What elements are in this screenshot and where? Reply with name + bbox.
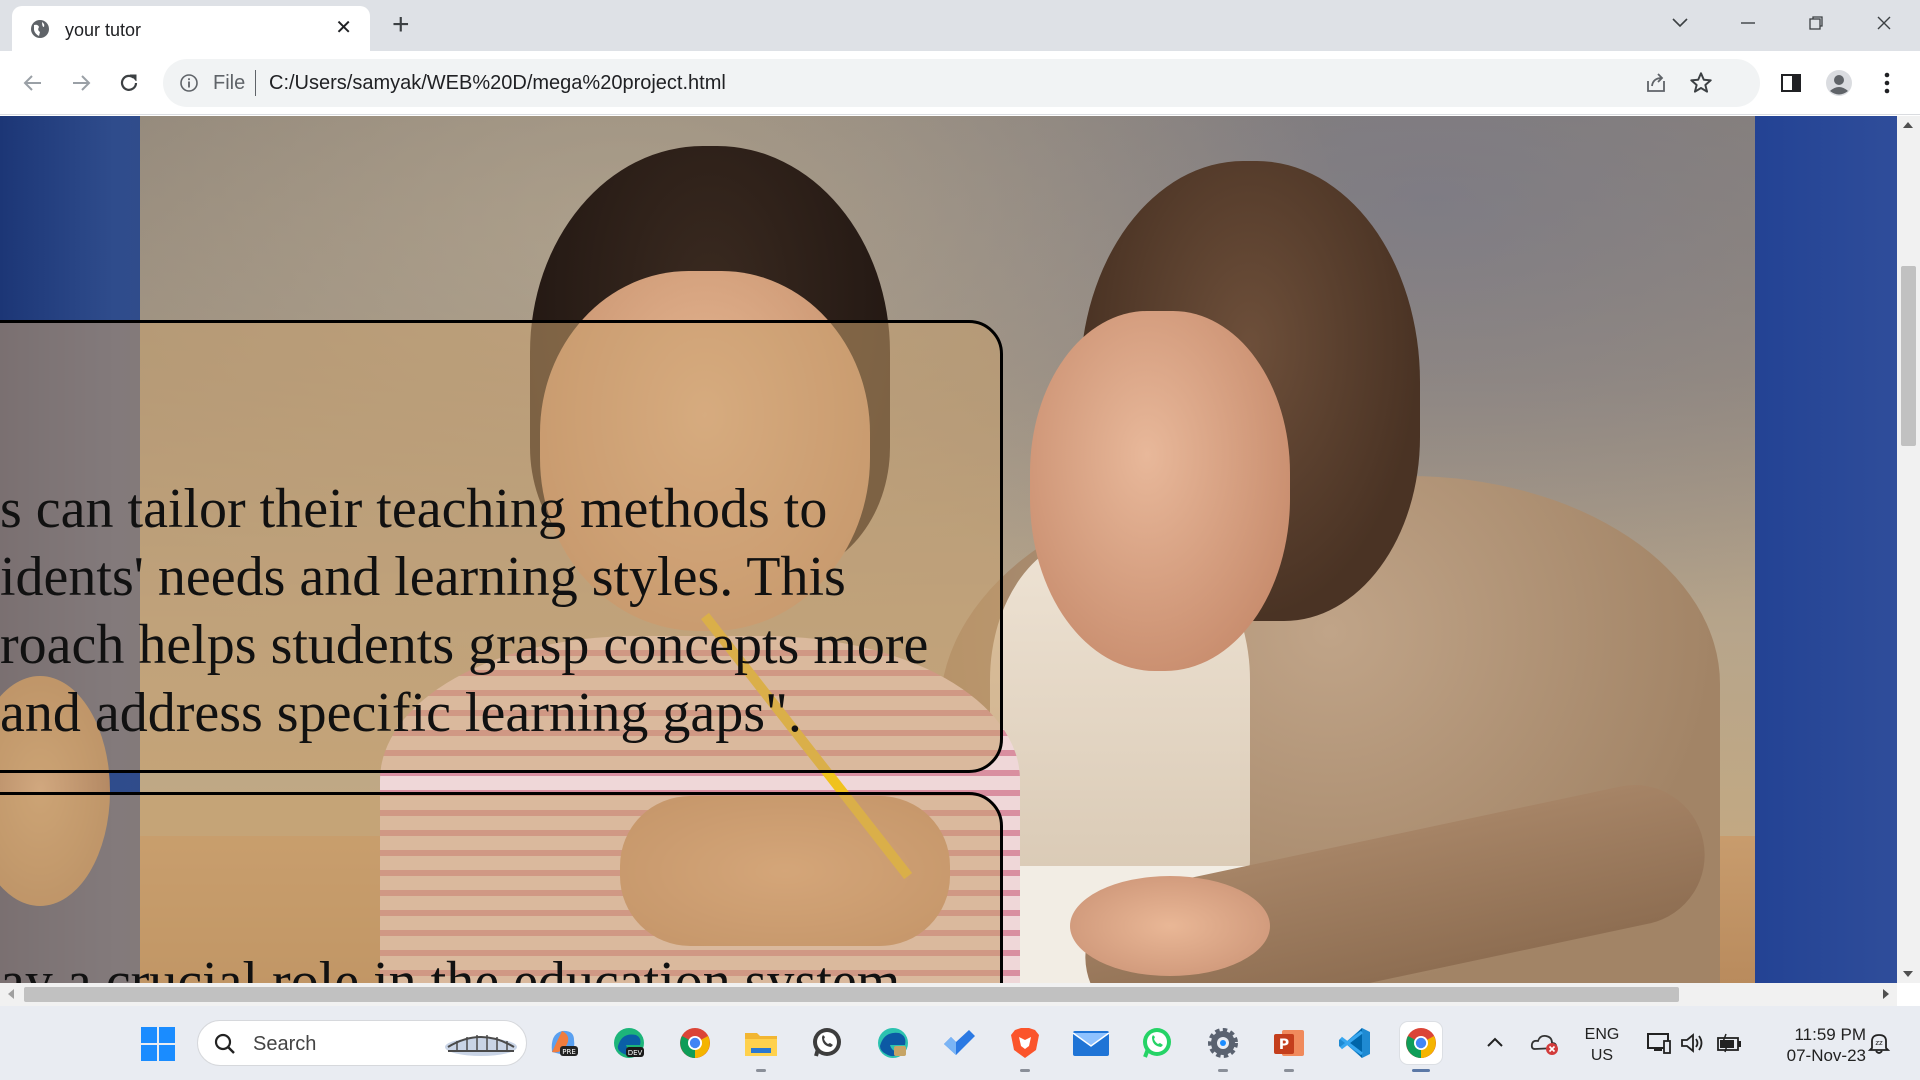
restore-button[interactable] [1796, 8, 1836, 38]
search-highlight-icon [445, 1035, 517, 1056]
menu-button[interactable] [1872, 68, 1902, 98]
folder-icon [745, 1033, 777, 1056]
page-viewport: s can tailor their teaching methods to i… [0, 116, 1897, 983]
vertical-scroll-thumb[interactable] [1901, 266, 1916, 446]
minimize-button[interactable] [1728, 8, 1768, 38]
card-text-line-3: roach helps students grasp concepts more [0, 614, 929, 676]
new-tab-button[interactable]: + [392, 10, 410, 40]
scroll-left-arrow-icon[interactable] [6, 988, 16, 1000]
copilot-preview-app[interactable]: PRE [542, 1022, 584, 1064]
back-button[interactable] [18, 68, 48, 98]
show-hidden-icons-chevron-icon[interactable] [1486, 1036, 1504, 1048]
card2-text-line: ay a crucial role in the education syste… [0, 951, 901, 983]
checkmark-icon [944, 1030, 975, 1055]
taskbar-search-box[interactable]: Search [197, 1020, 527, 1066]
url-text[interactable]: C:/Users/samyak/WEB%20D/mega%20project.h… [269, 72, 726, 95]
scroll-up-arrow-icon[interactable] [1902, 120, 1914, 130]
vertical-scrollbar[interactable] [1897, 116, 1920, 983]
globe-icon [31, 20, 49, 38]
edge-dev-app[interactable]: DEV [608, 1022, 650, 1064]
gear-icon [1208, 1028, 1238, 1058]
close-icon [1877, 16, 1891, 30]
card-text-line-2: idents' needs and learning styles. This [0, 546, 846, 608]
notifications-icon[interactable]: zz [1866, 1030, 1892, 1056]
tab-search-button[interactable] [1660, 8, 1700, 38]
clock-date: 07-Nov-23 [1786, 1046, 1866, 1065]
taskbar: Search PRE DEV P ENG US 11:59 PM 07-Nov-… [0, 1006, 1920, 1080]
bookmark-star-icon[interactable] [1688, 70, 1714, 96]
svg-text:P: P [1279, 1037, 1289, 1053]
scroll-right-arrow-icon[interactable] [1881, 988, 1891, 1000]
mail-icon [1072, 1031, 1110, 1056]
browser-tab[interactable]: your tutor ✕ [12, 6, 370, 51]
chrome-app-active[interactable] [1400, 1022, 1442, 1072]
horizontal-scroll-thumb[interactable] [24, 987, 1679, 1002]
file-explorer-app[interactable] [740, 1022, 782, 1072]
restore-icon [1809, 16, 1823, 30]
url-separator [255, 70, 256, 96]
tab-close-button[interactable]: ✕ [335, 18, 352, 38]
horizontal-scrollbar[interactable] [0, 983, 1897, 1006]
copilot-icon: PRE [551, 1030, 578, 1056]
vscode-app[interactable] [1334, 1022, 1376, 1064]
powerpoint-icon: P [1274, 1030, 1304, 1056]
arrow-left-icon [23, 75, 41, 91]
address-bar[interactable]: File C:/Users/samyak/WEB%20D/mega%20proj… [163, 59, 1760, 107]
powerpoint-app[interactable]: P [1268, 1022, 1310, 1072]
tab-title: your tutor [65, 20, 142, 40]
tab-strip: your tutor ✕ + [0, 0, 1920, 51]
whatsapp-app[interactable] [806, 1022, 848, 1064]
edge-icon [878, 1028, 908, 1058]
search-label: Search [253, 1033, 317, 1055]
share-icon[interactable] [1644, 71, 1668, 95]
side-panel-icon [1781, 74, 1801, 92]
scroll-down-arrow-icon[interactable] [1902, 969, 1914, 979]
edge-app[interactable] [872, 1022, 914, 1064]
brave-app[interactable] [1004, 1022, 1046, 1072]
svg-text:DEV: DEV [628, 1049, 643, 1057]
battery-icon[interactable] [1716, 1032, 1744, 1054]
card-text-line-4: and address specific learning gaps". [0, 682, 802, 744]
region-code: US [1590, 1047, 1614, 1064]
settings-app[interactable] [1202, 1022, 1244, 1072]
volume-icon[interactable] [1680, 1032, 1706, 1054]
todo-app[interactable] [938, 1022, 980, 1064]
edge-dev-icon: DEV [614, 1028, 644, 1058]
close-window-button[interactable] [1864, 8, 1904, 38]
chrome-app[interactable] [674, 1022, 716, 1064]
whatsapp-web-app[interactable] [1136, 1022, 1178, 1064]
whatsapp-icon [813, 1028, 841, 1057]
windows-start-icon[interactable] [140, 1026, 176, 1062]
search-icon [214, 1033, 235, 1054]
reload-button[interactable] [114, 68, 144, 98]
url-scheme-label: File [213, 72, 246, 94]
taskbar-clock[interactable]: 11:59 PM 07-Nov-23 [1762, 1024, 1866, 1066]
kebab-menu-icon [1884, 72, 1890, 94]
card-text-line-1: s can tailor their teaching methods to [0, 478, 828, 540]
svg-text:PRE: PRE [562, 1048, 576, 1056]
vscode-icon [1339, 1028, 1370, 1058]
profile-button[interactable] [1824, 68, 1854, 98]
browser-toolbar: File C:/Users/samyak/WEB%20D/mega%20proj… [0, 51, 1920, 115]
network-icon[interactable] [1646, 1031, 1672, 1055]
side-panel-button[interactable] [1776, 68, 1806, 98]
avatar-icon [1826, 70, 1852, 96]
chrome-icon [680, 1028, 710, 1058]
mail-app[interactable] [1070, 1022, 1112, 1064]
input-language-indicator[interactable]: ENG US [1580, 1024, 1624, 1066]
onedrive-error-icon[interactable] [1530, 1031, 1560, 1055]
minimize-icon [1741, 22, 1755, 24]
svg-text:zz: zz [1875, 1039, 1883, 1047]
language-code: ENG [1584, 1026, 1620, 1043]
whatsapp-green-icon [1143, 1028, 1171, 1058]
arrow-right-icon [73, 75, 91, 91]
clock-time: 11:59 PM [1794, 1025, 1866, 1044]
forward-button[interactable] [66, 68, 96, 98]
info-icon[interactable] [179, 73, 199, 93]
brave-lion-icon [1011, 1028, 1039, 1058]
chevron-down-icon [1672, 18, 1688, 28]
reload-icon [120, 74, 138, 91]
chrome-icon [1406, 1028, 1436, 1058]
